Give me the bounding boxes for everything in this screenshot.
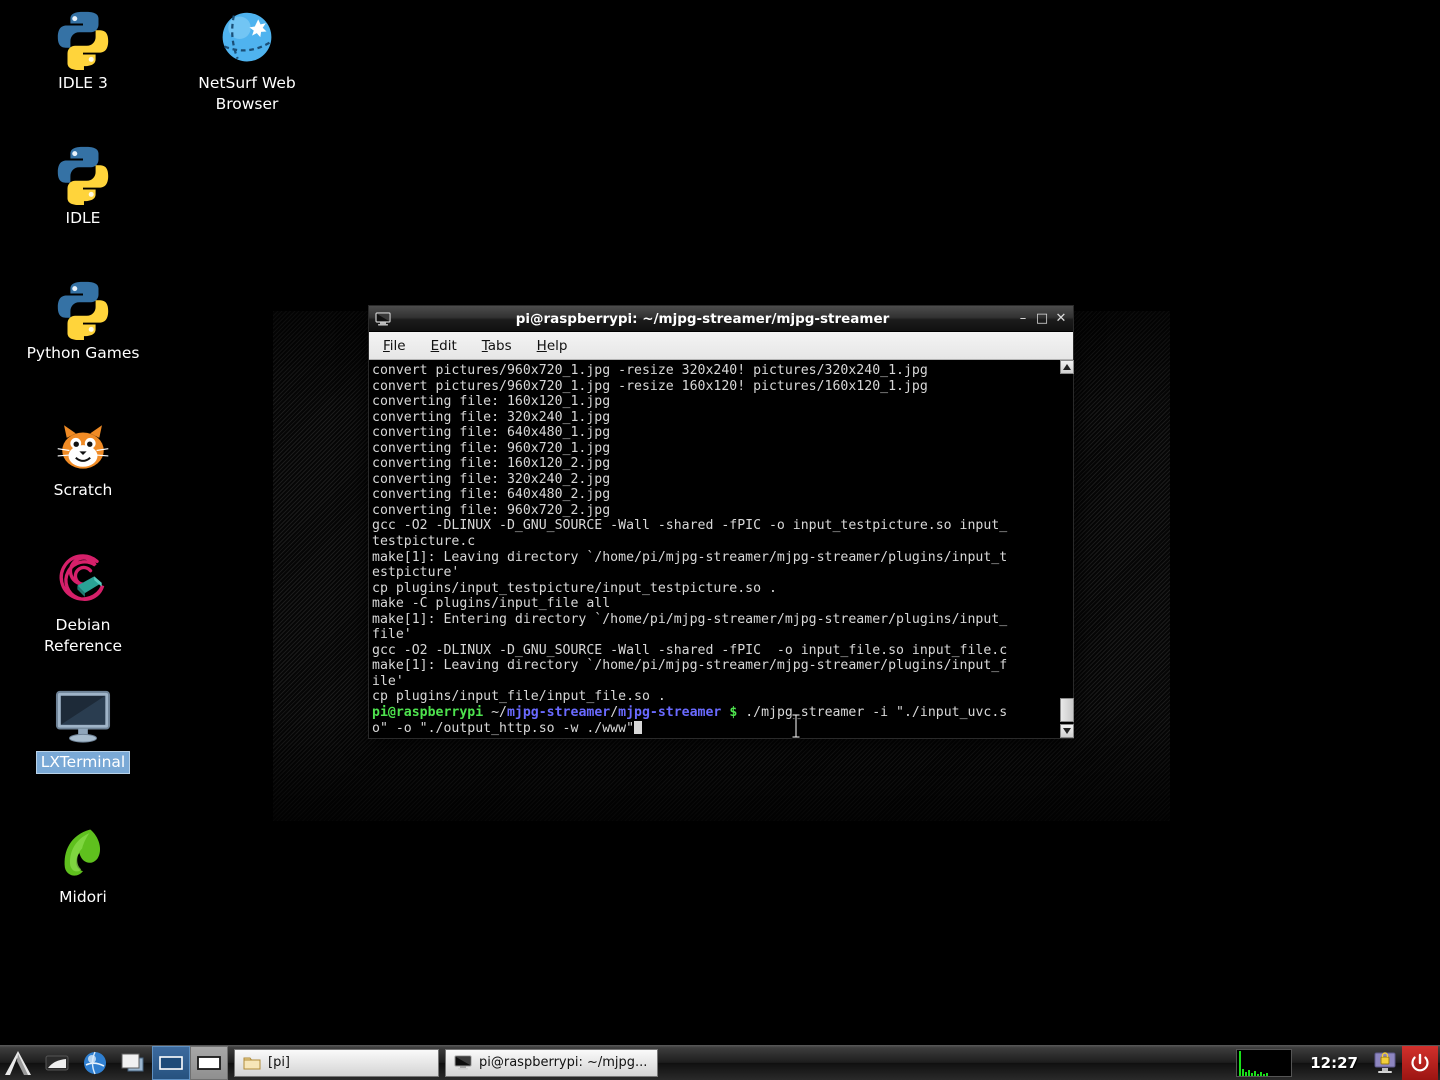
desktop-icon-lxterminal[interactable]: LXTerminal: [18, 686, 148, 774]
terminal-icon: [454, 1055, 472, 1071]
desktop-icon-label: Debian Reference: [43, 616, 123, 655]
desktop-icon-netsurf-web-browser[interactable]: NetSurf Web Browser: [182, 8, 312, 115]
close-button[interactable]: ✕: [1053, 310, 1069, 328]
debian-icon: [18, 550, 148, 612]
show-desktop-icon[interactable]: [114, 1046, 152, 1080]
terminal-title: pi@raspberrypi: ~/mjpg-streamer/mjpg-str…: [515, 310, 890, 327]
terminal-scrollbar[interactable]: [1059, 360, 1074, 738]
taskbar-item-label: pi@raspberrypi: ~/mjpg...: [479, 1055, 648, 1070]
python-icon: [18, 143, 148, 205]
taskbar-item-label: [pi]: [268, 1055, 291, 1070]
desktop-icon-debian-reference[interactable]: Debian Reference: [18, 550, 148, 657]
scratch-icon: [18, 415, 148, 477]
terminal-titlebar[interactable]: pi@raspberrypi: ~/mjpg-streamer/mjpg-str…: [369, 306, 1073, 332]
taskbar[interactable]: [pi] pi@raspberrypi: ~/mjpg... 12:27: [0, 1044, 1440, 1080]
terminal-icon: [373, 310, 393, 328]
workspace-1-button[interactable]: [152, 1045, 190, 1080]
file-manager-icon[interactable]: [38, 1046, 76, 1080]
desktop-icon-scratch[interactable]: Scratch: [18, 415, 148, 501]
netsurf-icon: [182, 8, 312, 70]
lock-screen-icon[interactable]: [1368, 1046, 1402, 1080]
workspace-2-button[interactable]: [190, 1045, 228, 1080]
system-tray: 12:27: [1236, 1045, 1440, 1080]
midori-icon: [18, 822, 148, 884]
desktop-icon-python-games[interactable]: Python Games: [18, 278, 148, 364]
desktop-icon-label: IDLE 3: [58, 74, 108, 92]
taskbar-item-terminal[interactable]: pi@raspberrypi: ~/mjpg...: [445, 1048, 658, 1077]
clock[interactable]: 12:27: [1300, 1054, 1368, 1072]
web-browser-icon[interactable]: [76, 1046, 114, 1080]
desktop-icon-idle-3[interactable]: IDLE 3: [18, 8, 148, 94]
power-button-icon[interactable]: [1402, 1045, 1438, 1080]
folder-icon: [243, 1055, 261, 1071]
menu-tabs[interactable]: Tabs: [482, 338, 512, 354]
desktop-icon-idle[interactable]: IDLE: [18, 143, 148, 229]
minimize-button[interactable]: –: [1015, 310, 1031, 328]
desktop-icon-label: LXTerminal: [35, 751, 131, 774]
python-icon: [18, 8, 148, 70]
scroll-down-button[interactable]: [1060, 724, 1074, 738]
scrollbar-track[interactable]: [1060, 374, 1074, 724]
cpu-graph-icon[interactable]: [1236, 1048, 1293, 1077]
python-icon: [18, 278, 148, 340]
terminal-output[interactable]: convert pictures/960x720_1.jpg -resize 3…: [369, 360, 1059, 738]
desktop-icon-label: Scratch: [53, 481, 113, 499]
desktop-icon-label: Python Games: [26, 344, 140, 362]
terminal-menubar[interactable]: File Edit Tabs Help: [369, 332, 1073, 360]
desktop-icon-label: NetSurf Web Browser: [198, 74, 296, 113]
menu-edit[interactable]: Edit: [431, 338, 457, 354]
terminal-body[interactable]: convert pictures/960x720_1.jpg -resize 3…: [369, 360, 1074, 738]
scroll-up-button[interactable]: [1060, 360, 1074, 374]
terminal-window[interactable]: pi@raspberrypi: ~/mjpg-streamer/mjpg-str…: [368, 305, 1074, 739]
scrollbar-thumb[interactable]: [1060, 698, 1074, 722]
desktop-icon-midori[interactable]: Midori: [18, 822, 148, 908]
taskbar-item-file-manager[interactable]: [pi]: [234, 1048, 439, 1077]
menu-file[interactable]: File: [383, 338, 406, 354]
desktop-icon-label: IDLE: [65, 209, 101, 227]
maximize-button[interactable]: □: [1034, 310, 1050, 328]
menu-help[interactable]: Help: [537, 338, 568, 354]
menu-icon[interactable]: [0, 1046, 38, 1080]
desktop-icon-label: Midori: [59, 888, 107, 906]
desktop-screen: IDLE 3 NetSurf Web Browser IDLE Python G…: [0, 0, 1440, 1080]
monitor-icon: [18, 686, 148, 748]
